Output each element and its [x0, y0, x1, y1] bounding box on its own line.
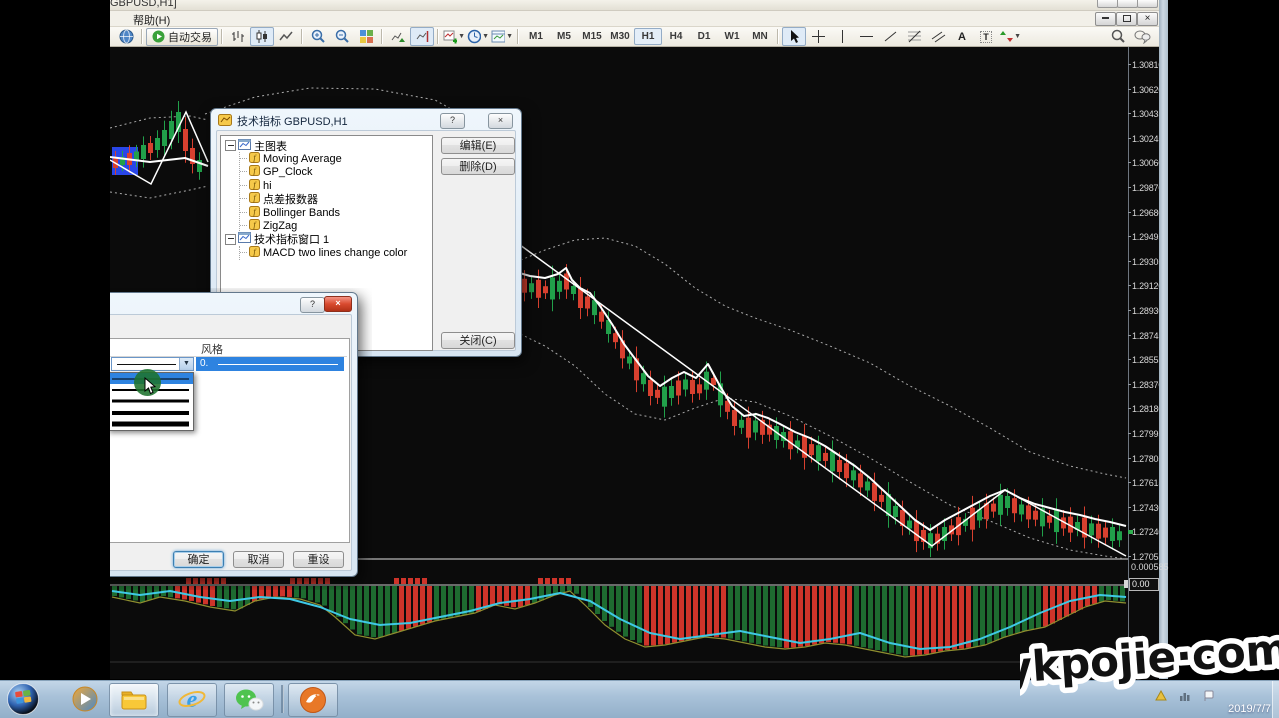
show-desktop-button[interactable]: [1272, 681, 1279, 718]
macd-zero-tick: [1124, 580, 1128, 588]
indicator-tree-item[interactable]: f点差报数器: [240, 193, 432, 206]
tray-notify-icon[interactable]: [1155, 689, 1167, 707]
cancel-button[interactable]: 取消: [233, 551, 284, 568]
combo-line-preview: [117, 364, 176, 365]
candlestick-series: [522, 264, 1122, 557]
wmp-icon[interactable]: [64, 683, 106, 715]
moving-average-line: [516, 268, 1126, 530]
bollinger-upper-band: [516, 238, 1126, 478]
collapse-icon[interactable]: [225, 234, 236, 245]
style-option-width-5[interactable]: [110, 419, 193, 430]
dialog-title: 技术指标 GBPUSD,H1: [237, 113, 348, 129]
macd-zero-marker: 0.00: [1129, 578, 1159, 591]
dialog-icon: [218, 113, 232, 125]
selected-style-label: 0.: [200, 358, 208, 369]
taskbar-date: 2019/7/7: [1228, 703, 1271, 715]
taskbar-separator: [281, 685, 284, 713]
help-button[interactable]: ?: [300, 297, 325, 313]
reset-button[interactable]: 重设: [293, 551, 344, 568]
taskbar: 2019/7/7 e: [0, 680, 1279, 718]
start-button[interactable]: [4, 683, 42, 715]
system-tray[interactable]: [1155, 689, 1215, 707]
tray-chart-icon[interactable]: [1179, 689, 1191, 707]
edit-button[interactable]: 编辑(E): [441, 137, 515, 154]
wechat-icon[interactable]: [224, 683, 274, 717]
window-right-border: [1159, 0, 1168, 679]
mouse-cursor: [144, 377, 157, 395]
zigzag-line: [516, 242, 1126, 556]
ok-button[interactable]: 确定: [173, 551, 224, 568]
selected-style-row[interactable]: 0.: [196, 357, 344, 371]
explorer-icon[interactable]: [109, 683, 159, 717]
indicator-f-icon: f: [249, 244, 260, 262]
properties-dialog-clip: ? × 风格 0. ▼ 确定 取消 重设: [110, 288, 372, 590]
help-button[interactable]: ?: [440, 113, 465, 129]
trading-app-icon[interactable]: [288, 683, 338, 717]
style-option-width-3[interactable]: [110, 396, 193, 407]
properties-dialog: ? × 风格 0. ▼ 确定 取消 重设: [110, 292, 358, 577]
chevron-down-icon[interactable]: ▼: [179, 358, 193, 370]
style-option-width-4[interactable]: [110, 407, 193, 418]
ie-icon[interactable]: e: [167, 683, 217, 717]
style-combobox[interactable]: ▼: [111, 357, 194, 371]
close-icon[interactable]: ×: [488, 113, 513, 129]
style-column-header: 风格: [201, 341, 223, 357]
delete-button[interactable]: 删除(D): [441, 158, 515, 175]
current-price-tick: [1128, 530, 1133, 534]
tray-flag-icon[interactable]: [1203, 689, 1215, 707]
close-icon[interactable]: ×: [324, 296, 352, 312]
close-button[interactable]: 关闭(C): [441, 332, 515, 349]
collapse-icon[interactable]: [225, 140, 236, 151]
style-preview-line: [218, 364, 338, 365]
indicator-tree-item[interactable]: fMACD two lines change color: [240, 246, 432, 259]
macd-scale-label: 0.000585: [1131, 562, 1169, 572]
svg-text:e: e: [187, 687, 198, 713]
indicator-tree-item[interactable]: fBollinger Bands: [240, 206, 432, 219]
indicator-tree-item[interactable]: fMoving Average: [240, 152, 432, 165]
indicator-tree-item[interactable]: fGP_Clock: [240, 166, 432, 179]
